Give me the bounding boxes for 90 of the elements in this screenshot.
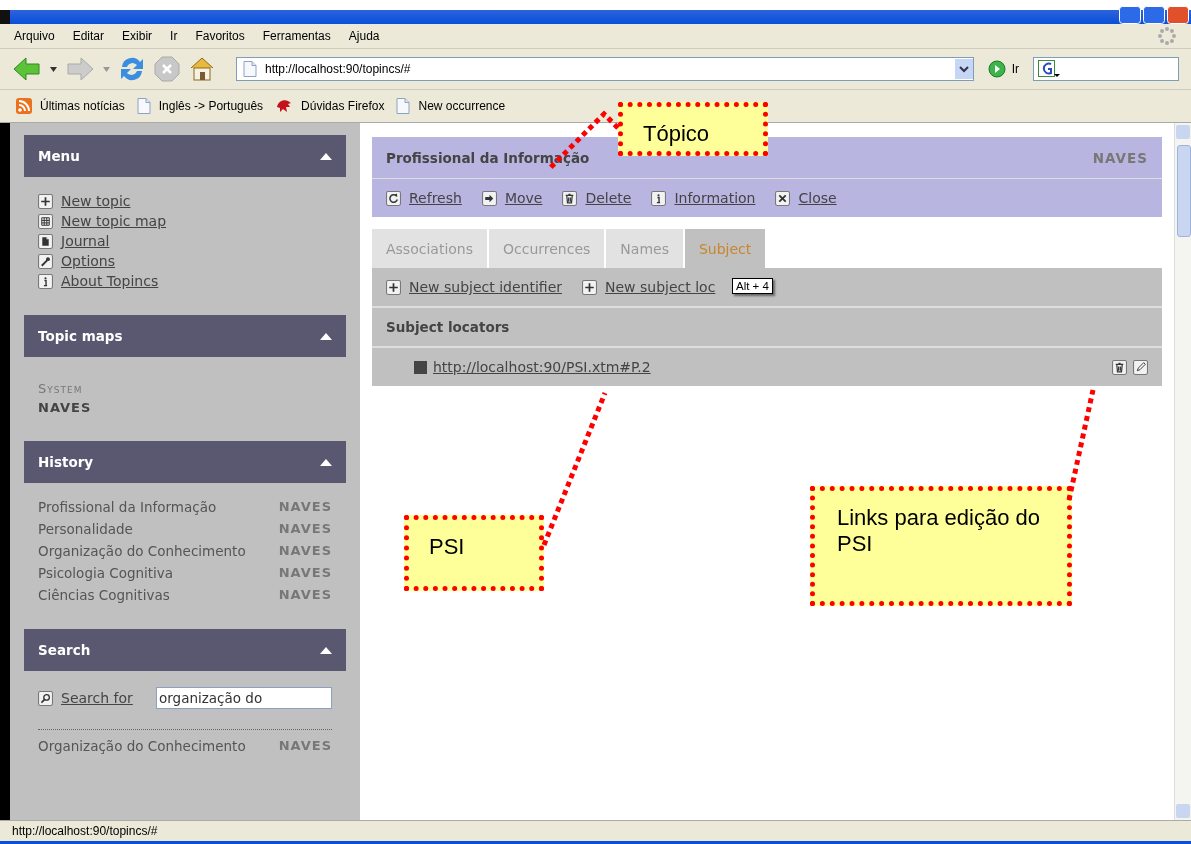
plus-icon	[582, 279, 597, 295]
panel-header[interactable]: History	[24, 441, 346, 483]
history-item[interactable]: Ciências Cognitivas	[38, 587, 170, 603]
panel-header[interactable]: Menu	[24, 135, 346, 177]
edit-button[interactable]	[1133, 359, 1148, 375]
status-text: http://localhost:90/topincs/#	[0, 820, 1191, 841]
pencil-icon	[1133, 359, 1148, 375]
menu-link[interactable]: New topic	[61, 193, 131, 209]
address-field[interactable]: http://localhost:90/topincs/#	[236, 57, 974, 81]
history-item[interactable]: Organização do Conhecimento	[38, 543, 246, 559]
action-link[interactable]: Delete	[585, 190, 632, 206]
section-title: Subject locators	[386, 319, 510, 335]
menu-link[interactable]: Journal	[61, 233, 110, 249]
map-label: NAVES	[278, 738, 332, 754]
feed-icon	[16, 98, 32, 114]
search-engine-icon	[1038, 60, 1060, 78]
history-item[interactable]: Personalidade	[38, 521, 133, 537]
plus-icon	[38, 193, 53, 209]
plus-icon	[386, 279, 401, 295]
scrollbar[interactable]	[1174, 123, 1191, 820]
trash-icon	[562, 190, 578, 206]
search-icon	[38, 690, 53, 706]
dropdown-icon[interactable]	[954, 59, 973, 79]
menu-item[interactable]: Favoritos	[195, 29, 245, 43]
tooltip: Alt + 4	[732, 278, 773, 294]
maximize-icon[interactable]	[1143, 6, 1165, 24]
map-label: NAVES	[278, 587, 332, 603]
search-result[interactable]: Organização do Conhecimento	[38, 738, 246, 754]
collapse-icon[interactable]	[320, 646, 332, 654]
page-icon	[38, 233, 53, 249]
action-link[interactable]: Move	[504, 190, 543, 206]
close-icon[interactable]	[1167, 6, 1189, 24]
info-icon	[651, 190, 667, 206]
panel-header[interactable]: Search	[24, 629, 346, 671]
square-icon	[414, 360, 427, 374]
page-icon	[396, 98, 411, 114]
group-heading: System	[38, 381, 84, 396]
map-label: NAVES	[1092, 149, 1148, 166]
page-icon	[243, 61, 257, 77]
delete-button[interactable]	[1112, 359, 1127, 375]
grid-icon	[38, 213, 53, 229]
wrench-icon	[38, 253, 53, 269]
action-link[interactable]: Information	[674, 190, 756, 206]
map-label: NAVES	[278, 565, 332, 581]
menu-link[interactable]: About Topincs	[61, 273, 159, 289]
refresh-icon	[386, 190, 401, 206]
menu-link[interactable]: New topic map	[61, 213, 167, 229]
action-link[interactable]: Refresh	[409, 190, 462, 206]
home-icon[interactable]	[188, 55, 216, 83]
menu-item[interactable]: Arquivo	[14, 29, 55, 43]
topic-map-item[interactable]: NAVES	[38, 400, 332, 415]
bookmark-link[interactable]: Dúvidas Firefox	[301, 99, 385, 113]
bookmark-link[interactable]: New occurrence	[418, 99, 506, 113]
locator-link[interactable]: http://localhost:90/PSI.xtm#P.2	[433, 359, 651, 375]
map-label: NAVES	[278, 499, 332, 515]
page-icon	[136, 98, 151, 114]
history-item[interactable]: Psicologia Cognitiva	[38, 565, 174, 581]
action-link[interactable]: New subject loc	[605, 279, 716, 295]
info-icon	[38, 273, 53, 289]
trash-icon	[1112, 359, 1127, 375]
caret-icon[interactable]	[50, 66, 57, 72]
search-field[interactable]: organização do	[156, 687, 332, 709]
panel-header[interactable]: Topic maps	[24, 315, 346, 357]
callout: Links para edição do PSI	[810, 486, 1072, 606]
minimize-icon[interactable]	[1119, 6, 1141, 24]
callout: PSI	[404, 515, 544, 591]
menu-item[interactable]: Ir	[170, 29, 178, 43]
bookmark-link[interactable]: Últimas notícias	[40, 99, 125, 113]
collapse-icon[interactable]	[320, 152, 332, 160]
action-link[interactable]: New subject identifier	[409, 279, 562, 295]
throbber-icon	[1157, 26, 1177, 46]
menu-item[interactable]: Ferramentas	[262, 29, 331, 43]
callout: Tópico	[618, 102, 768, 156]
menu-item[interactable]: Exibir	[122, 29, 153, 43]
menu-item[interactable]: Editar	[72, 29, 105, 43]
menu-link[interactable]: Options	[61, 253, 116, 269]
close-icon	[775, 190, 791, 206]
action-link[interactable]: Close	[798, 190, 837, 206]
history-item[interactable]: Profissional da Informação	[38, 499, 217, 515]
reload-icon[interactable]	[118, 55, 146, 83]
go-button[interactable]: Ir	[981, 60, 1025, 78]
back-arrow-icon[interactable]	[12, 56, 42, 82]
search-field[interactable]	[1033, 57, 1179, 81]
search-link[interactable]: Search for	[61, 690, 133, 706]
collapse-icon[interactable]	[320, 332, 332, 340]
menu-item[interactable]: Ajuda	[348, 29, 380, 43]
map-label: NAVES	[278, 543, 332, 559]
bookmark-link[interactable]: Inglês -> Português	[158, 99, 264, 113]
collapse-icon[interactable]	[320, 458, 332, 466]
map-label: NAVES	[278, 521, 332, 537]
